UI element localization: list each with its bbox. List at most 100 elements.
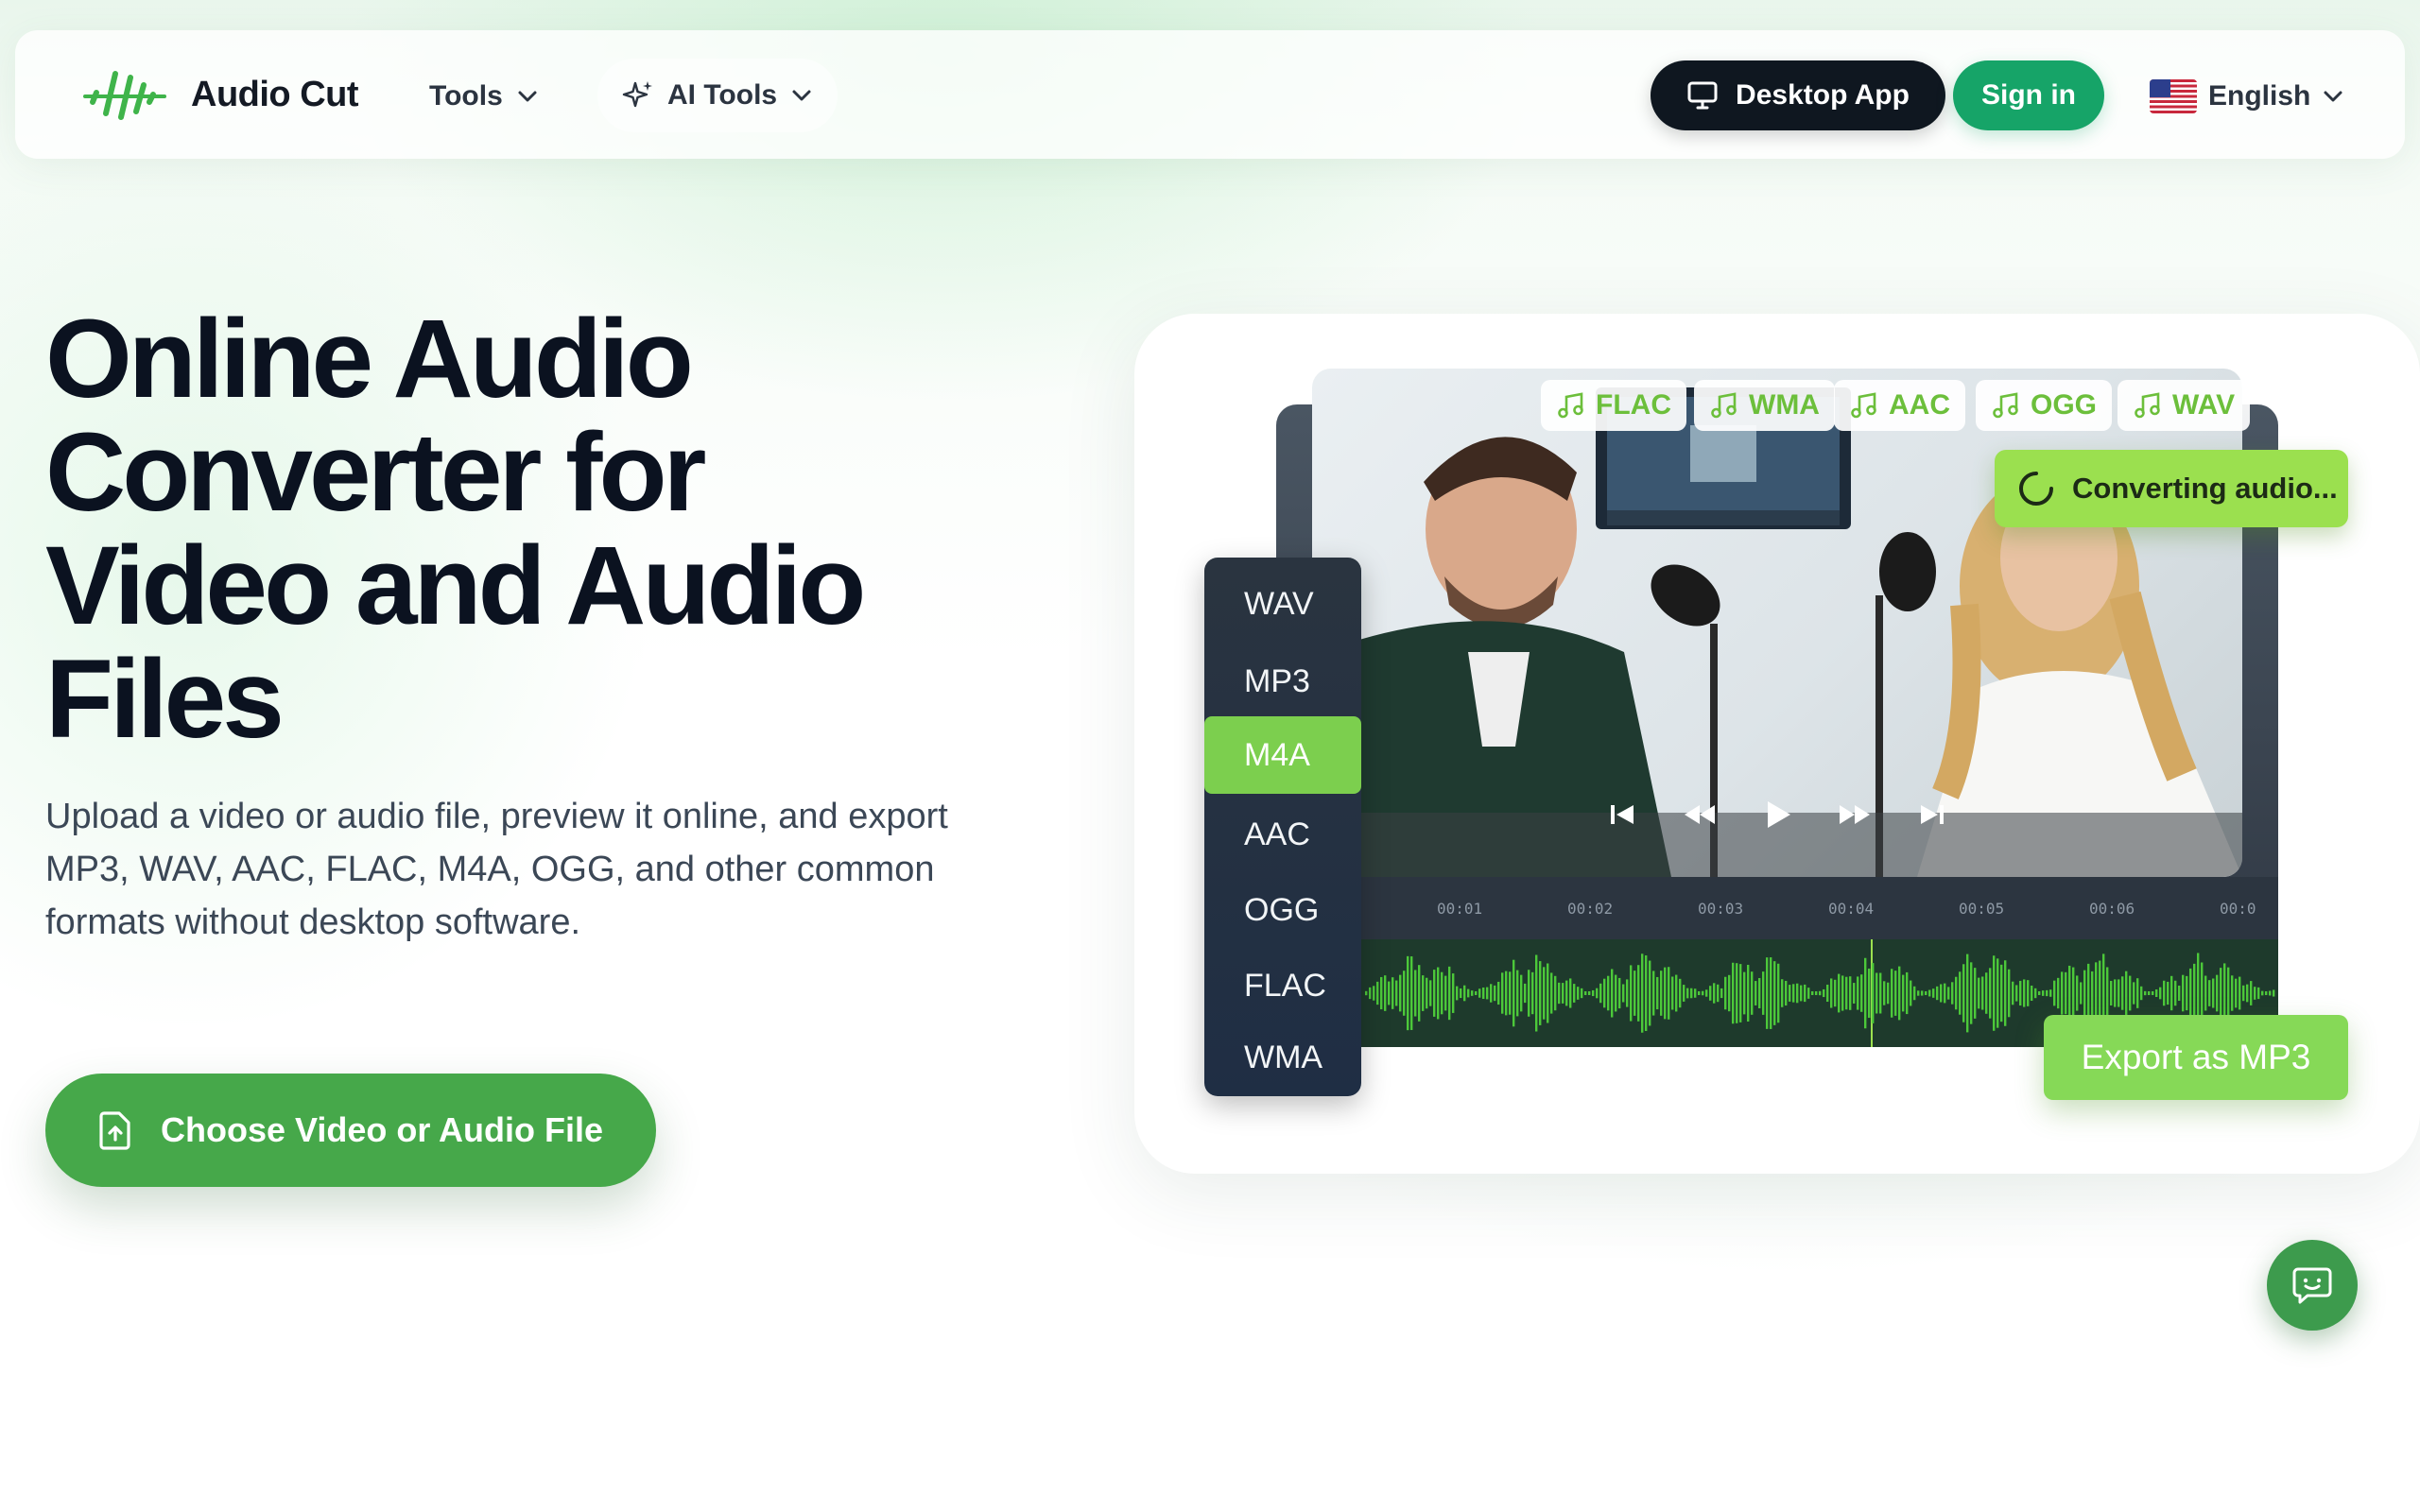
format-option-flac[interactable]: FLAC — [1204, 947, 1361, 1024]
waveform-bar — [1970, 962, 1973, 1024]
nav-tools-dropdown[interactable]: Tools — [429, 70, 539, 123]
waveform-bar — [1426, 977, 1428, 1009]
waveform-bar — [1777, 963, 1780, 1023]
waveform-bar — [2068, 965, 2071, 1022]
waveform-bar — [2125, 971, 2128, 1016]
brand-name: Audio Cut — [191, 74, 359, 114]
format-option-wav[interactable]: WAV — [1204, 565, 1361, 643]
choose-file-button[interactable]: Choose Video or Audio File — [45, 1074, 656, 1187]
waveform-bar — [1441, 971, 1443, 1015]
waveform-bar — [2186, 975, 2188, 1011]
waveform-bar — [1429, 980, 1432, 1006]
waveform-bar — [1853, 983, 1856, 1004]
language-selector[interactable]: English — [2150, 68, 2344, 125]
format-option-aac[interactable]: AAC — [1204, 796, 1361, 873]
waveform-bar — [1539, 961, 1542, 1025]
waveform-bar — [1713, 983, 1716, 1004]
chat-support-button[interactable] — [2267, 1240, 2358, 1331]
waveform-bar — [1528, 970, 1530, 1017]
hero-subtitle: Upload a video or audio file, preview it… — [45, 790, 1028, 949]
waveform-bar — [1720, 988, 1723, 999]
music-note-icon — [1558, 392, 1583, 419]
export-mp3-button[interactable]: Export as MP3 — [2044, 1015, 2348, 1100]
waveform-bar — [2087, 963, 2090, 1023]
waveform-bar — [2269, 990, 2272, 996]
waveform-bar — [2155, 988, 2158, 998]
waveform-bar — [1686, 988, 1689, 999]
waveform-bar — [1603, 978, 1606, 1008]
waveform-bar — [2080, 982, 2083, 1005]
waveform-bar — [1520, 974, 1523, 1012]
waveform-bar — [2246, 984, 2249, 1003]
waveform-bar — [1581, 988, 1583, 999]
skip-back-icon[interactable] — [1603, 796, 1641, 833]
waveform-bar — [1849, 976, 1852, 1010]
music-note-icon — [1711, 392, 1737, 419]
waveform-bar — [1384, 975, 1387, 1011]
waveform-bar — [1996, 958, 1999, 1028]
hero-title-line: Video and Audio — [45, 524, 866, 648]
waveform-bar — [1444, 975, 1447, 1011]
waveform-bar — [2129, 975, 2132, 1011]
waveform-bar — [1365, 990, 1368, 996]
play-icon[interactable] — [1758, 796, 1796, 833]
waveform-bar — [2038, 991, 2041, 995]
waveform-bar — [2242, 985, 2245, 1002]
format-chip-wma: WMA — [1694, 380, 1835, 431]
waveform-bar — [1796, 983, 1799, 1004]
waveform-bar — [2261, 990, 2264, 996]
waveform-bar — [1645, 955, 1648, 1031]
waveform-bar — [1792, 984, 1795, 1003]
waveform-bar — [1743, 971, 1746, 1015]
timeline-tick: 00:02 — [1567, 900, 1614, 918]
waveform-bar — [2015, 985, 2018, 1002]
waveform-bar — [2174, 980, 2177, 1006]
waveform-bar — [1989, 968, 1992, 1019]
format-chip-label: OGG — [2031, 389, 2098, 421]
waveform-bar — [1407, 955, 1409, 1031]
waveform-bar — [1410, 956, 1413, 1030]
waveform-bar — [1962, 964, 1965, 1022]
waveform-bar — [1569, 978, 1572, 1008]
fast-forward-icon[interactable] — [1836, 796, 1874, 833]
hero-title-line: Files — [45, 637, 285, 762]
waveform-bar — [2091, 971, 2094, 1016]
format-option-mp3[interactable]: MP3 — [1204, 643, 1361, 720]
waveform-bar — [1611, 969, 1614, 1018]
skip-forward-icon[interactable] — [1913, 796, 1951, 833]
format-option-ogg[interactable]: OGG — [1204, 871, 1361, 949]
timeline-tick: 00:0 — [2220, 900, 2256, 918]
waveform-bar — [1804, 984, 1806, 1003]
waveform-bar — [1452, 973, 1455, 1013]
waveform-bar — [1380, 976, 1383, 1010]
waveform-bar — [1876, 972, 1878, 1014]
waveform-bar — [2212, 978, 2215, 1008]
nav-ai-tools-dropdown[interactable]: AI Tools — [597, 59, 838, 132]
waveform-bar — [1807, 988, 1810, 999]
timeline-tick: 00:06 — [2089, 900, 2135, 918]
waveform-bar — [1577, 987, 1580, 1000]
waveform-bar — [2193, 963, 2196, 1023]
sign-in-button[interactable]: Sign in — [1953, 60, 2104, 130]
waveform-bar — [2012, 981, 2014, 1005]
waveform-bar — [2235, 978, 2238, 1008]
desktop-app-button[interactable]: Desktop App — [1651, 60, 1945, 130]
waveform-bar — [1815, 991, 1818, 995]
waveform-bar — [1456, 986, 1459, 1001]
brand-logo[interactable]: Audio Cut — [83, 62, 359, 127]
format-option-m4a[interactable]: M4A — [1204, 716, 1361, 794]
waveform-bar — [2144, 990, 2147, 996]
waveform-bar — [1739, 964, 1742, 1022]
spinner-icon — [2019, 472, 2053, 506]
waveform-bar — [1478, 988, 1481, 998]
format-option-wma[interactable]: WMA — [1204, 1019, 1361, 1096]
waveform-bar — [1505, 971, 1508, 1016]
rewind-icon[interactable] — [1681, 796, 1719, 833]
waveform-bar — [2257, 987, 2260, 1000]
waveform-bar — [1433, 970, 1436, 1017]
waveform-bar — [2057, 977, 2060, 1009]
choose-file-label: Choose Video or Audio File — [160, 1110, 604, 1149]
waveform-bar — [2065, 971, 2067, 1015]
waveform-bar — [2216, 974, 2219, 1012]
waveform-bar — [1698, 991, 1701, 995]
